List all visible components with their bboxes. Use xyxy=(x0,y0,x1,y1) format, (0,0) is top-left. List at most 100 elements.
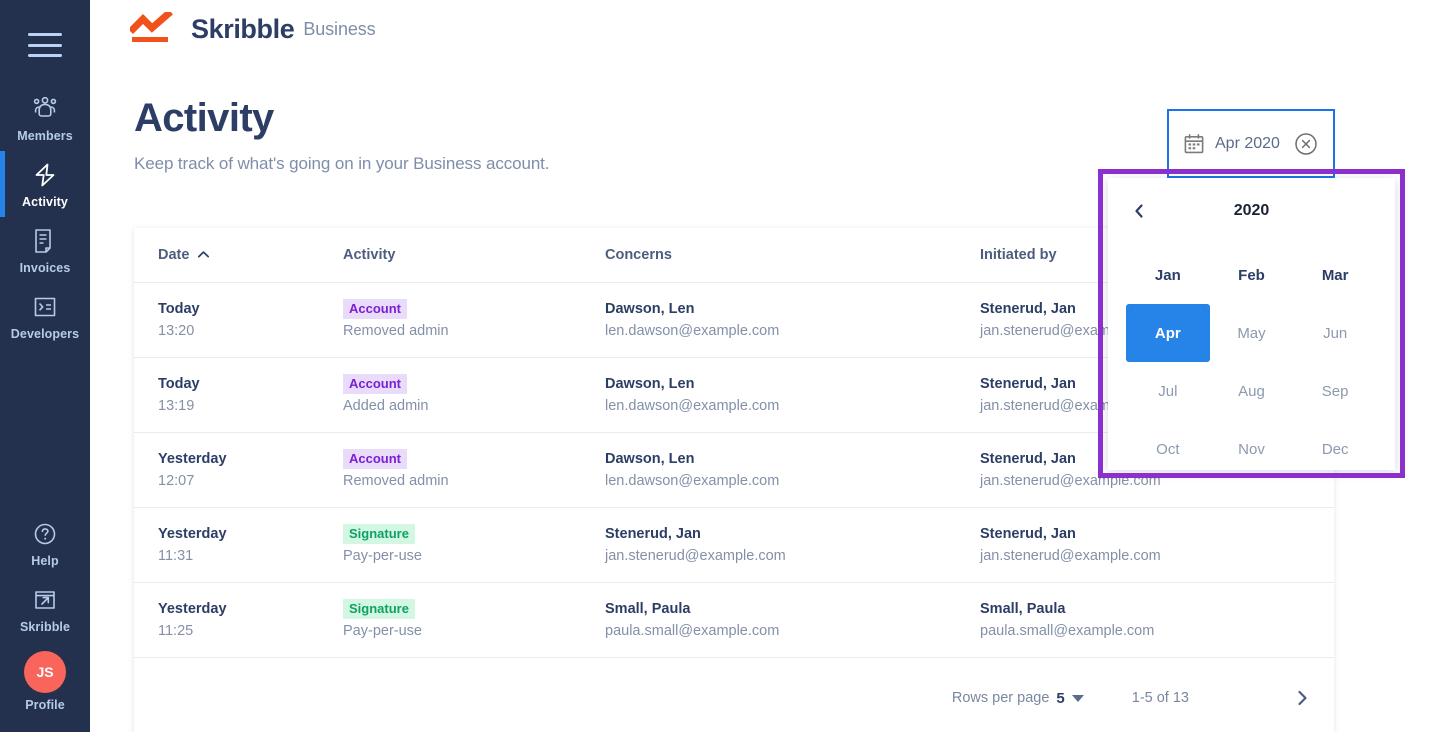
column-header-date[interactable]: Date xyxy=(158,247,343,263)
month-cell-aug[interactable]: Aug xyxy=(1210,362,1294,420)
cell-activity: Signature Pay-per-use xyxy=(343,599,605,641)
table-pagination: Rows per page 5 1-5 of 13 xyxy=(134,658,1334,732)
status-badge: Account xyxy=(343,449,407,469)
hamburger-bar xyxy=(28,43,62,47)
month-cell-jan[interactable]: Jan xyxy=(1126,246,1210,304)
cell-concerns: Small, Paula paula.small@example.com xyxy=(605,599,980,641)
time-label: 12:07 xyxy=(158,473,195,489)
cell-activity: Signature Pay-per-use xyxy=(343,524,605,566)
cell-activity: Account Removed admin xyxy=(343,299,605,341)
sidebar-item-label: Invoices xyxy=(19,261,71,275)
cell-date: Today 13:19 xyxy=(158,374,343,416)
hamburger-bar xyxy=(28,33,62,36)
avatar: JS xyxy=(24,651,66,693)
month-cell-jul[interactable]: Jul xyxy=(1126,362,1210,420)
month-cell-apr[interactable]: Apr xyxy=(1126,304,1210,362)
brand-name: Skribble xyxy=(191,13,295,44)
concern-name: Stenerud, Jan xyxy=(605,526,701,542)
date-filter-input[interactable]: Apr 2020 xyxy=(1167,109,1335,178)
activity-bolt-icon xyxy=(0,160,90,190)
activity-description: Added admin xyxy=(343,398,429,414)
month-cell-mar[interactable]: Mar xyxy=(1293,246,1377,304)
status-badge: Account xyxy=(343,374,407,394)
concern-email: len.dawson@example.com xyxy=(605,398,780,414)
concern-email: len.dawson@example.com xyxy=(605,473,780,489)
month-picker-popup[interactable]: 2020 Jan Feb Mar Apr May Jun Jul Aug Sep… xyxy=(1108,178,1395,470)
table-row[interactable]: Yesterday 11:25 Signature Pay-per-use Sm… xyxy=(134,583,1334,658)
status-badge: Account xyxy=(343,299,407,319)
sidebar-item-label: Members xyxy=(17,129,73,143)
cell-date: Yesterday 12:07 xyxy=(158,449,343,491)
concern-name: Small, Paula xyxy=(605,601,691,617)
sidebar: Members Activity Invoices Developers Hel… xyxy=(0,0,90,732)
hamburger-bar xyxy=(28,54,62,57)
hamburger-icon[interactable] xyxy=(28,33,62,57)
sidebar-secondary-nav: Help Skribble JS Profile xyxy=(0,510,90,720)
time-label: 13:19 xyxy=(158,398,195,414)
date-filter-value: Apr 2020 xyxy=(1215,134,1280,152)
chevron-up-icon xyxy=(197,247,210,263)
time-label: 11:31 xyxy=(158,548,194,564)
chevron-right-icon[interactable] xyxy=(1294,688,1310,708)
initiator-email: jan.stenerud@example.com xyxy=(980,548,1161,564)
initiator-name: Stenerud, Jan xyxy=(980,526,1076,542)
close-circle-icon[interactable] xyxy=(1293,131,1319,157)
rows-per-page-label: Rows per page xyxy=(951,690,1050,706)
app-root: Members Activity Invoices Developers Hel… xyxy=(0,0,1440,732)
date-label: Yesterday xyxy=(158,526,227,542)
month-cell-jun[interactable]: Jun xyxy=(1293,304,1377,362)
cell-date: Yesterday 11:31 xyxy=(158,524,343,566)
external-link-icon xyxy=(0,585,90,615)
sidebar-item-members[interactable]: Members xyxy=(0,85,90,151)
column-header-concerns[interactable]: Concerns xyxy=(605,247,980,263)
month-cell-may[interactable]: May xyxy=(1210,304,1294,362)
cell-concerns: Dawson, Len len.dawson@example.com xyxy=(605,299,980,341)
concern-email: len.dawson@example.com xyxy=(605,323,780,339)
cell-initiated-by: Stenerud, Jan jan.stenerud@example.com xyxy=(980,524,1310,566)
invoice-document-icon xyxy=(0,226,90,256)
sidebar-item-label: Profile xyxy=(25,698,65,712)
sidebar-item-developers[interactable]: Developers xyxy=(0,283,90,349)
cell-concerns: Dawson, Len len.dawson@example.com xyxy=(605,449,980,491)
column-header-activity[interactable]: Activity xyxy=(343,247,605,263)
sidebar-item-help[interactable]: Help xyxy=(0,510,90,576)
sidebar-item-label: Developers xyxy=(10,327,80,341)
cell-initiated-by: Small, Paula paula.small@example.com xyxy=(980,599,1310,641)
sidebar-item-label: Activity xyxy=(22,195,68,209)
table-row[interactable]: Yesterday 11:31 Signature Pay-per-use St… xyxy=(134,508,1334,583)
sidebar-item-profile[interactable]: JS Profile xyxy=(0,642,90,720)
calendar-icon xyxy=(1183,133,1205,155)
date-label: Yesterday xyxy=(158,451,227,467)
month-cell-feb[interactable]: Feb xyxy=(1210,246,1294,304)
sidebar-item-skribble[interactable]: Skribble xyxy=(0,576,90,642)
members-icon xyxy=(0,94,90,124)
sidebar-item-label: Skribble xyxy=(19,620,71,634)
activity-description: Pay-per-use xyxy=(343,623,422,639)
month-picker-header: 2020 xyxy=(1126,194,1377,228)
month-picker-year: 2020 xyxy=(1233,202,1270,219)
month-cell-sep[interactable]: Sep xyxy=(1293,362,1377,420)
status-badge: Signature xyxy=(343,599,415,619)
skribble-chart-logo-icon xyxy=(128,9,182,46)
question-circle-icon xyxy=(0,519,90,549)
sidebar-item-invoices[interactable]: Invoices xyxy=(0,217,90,283)
cell-concerns: Stenerud, Jan jan.stenerud@example.com xyxy=(605,524,980,566)
concern-email: paula.small@example.com xyxy=(605,623,780,639)
cell-activity: Account Added admin xyxy=(343,374,605,416)
rows-per-page-value: 5 xyxy=(1056,689,1065,707)
concern-name: Dawson, Len xyxy=(605,301,695,317)
month-cell-dec[interactable]: Dec xyxy=(1293,420,1377,478)
rows-per-page-control[interactable]: Rows per page 5 xyxy=(952,690,1084,707)
concern-email: jan.stenerud@example.com xyxy=(605,548,786,564)
date-label: Today xyxy=(158,376,200,392)
date-label: Yesterday xyxy=(158,601,227,617)
month-cell-nov[interactable]: Nov xyxy=(1210,420,1294,478)
cell-date: Today 13:20 xyxy=(158,299,343,341)
cell-date: Yesterday 11:25 xyxy=(158,599,343,641)
month-cell-oct[interactable]: Oct xyxy=(1126,420,1210,478)
caret-down-icon[interactable] xyxy=(1071,694,1084,702)
terminal-code-icon xyxy=(0,292,90,322)
cell-concerns: Dawson, Len len.dawson@example.com xyxy=(605,374,980,416)
brand-logo[interactable]: Skribble Business xyxy=(90,0,1440,46)
sidebar-item-activity[interactable]: Activity xyxy=(0,151,90,217)
